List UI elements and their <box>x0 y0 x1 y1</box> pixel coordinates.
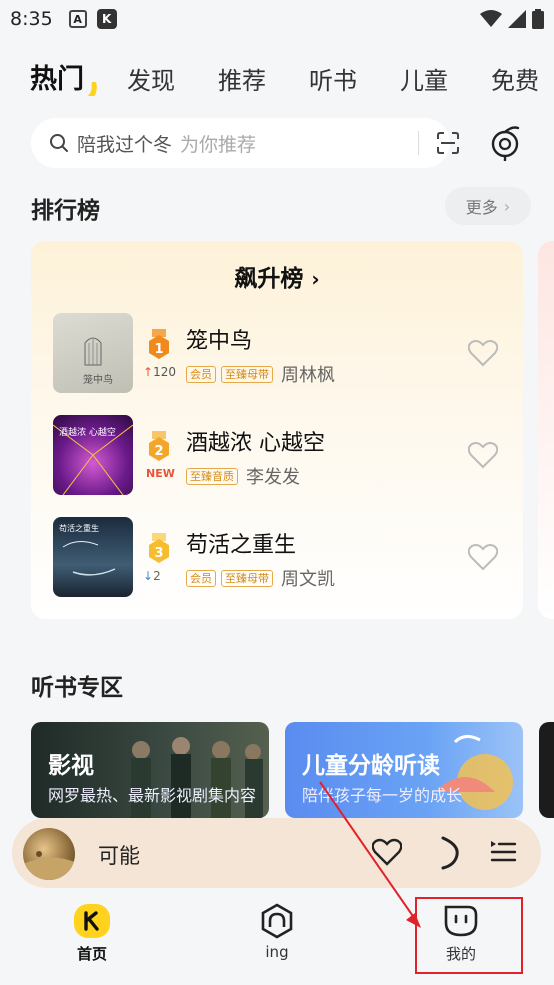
song-title: 笼中鸟 <box>186 329 253 354</box>
tab-free[interactable]: 免费 <box>491 61 539 96</box>
nav-label: ing <box>265 943 289 961</box>
vip-badge: 会员 <box>186 365 216 383</box>
tab-audiobook[interactable]: 听书 <box>309 61 357 96</box>
ranking-row[interactable]: 笼中鸟 1 ↑120 笼中鸟 会员 至臻母带 周林枫 <box>53 313 503 395</box>
audiobook-section-title: 听书专区 <box>31 675 123 701</box>
tab-kids[interactable]: 儿童 <box>400 61 448 96</box>
voice-search-icon[interactable] <box>490 124 524 162</box>
more-label: 更多 <box>465 198 498 217</box>
song-title: 酒越浓 心越空 <box>186 431 325 456</box>
rank-medal-icon: 3 <box>149 533 169 563</box>
annotation-highlight-box <box>415 897 523 974</box>
tab-recommend[interactable]: 推荐 <box>218 61 266 96</box>
search-divider <box>418 131 419 155</box>
rank-delta: ↓2 <box>143 569 161 583</box>
nav-label: 首页 <box>76 945 107 963</box>
app-icon: K <box>96 9 117 29</box>
quality-badge: 至臻母带 <box>221 365 273 383</box>
search-hint: 为你推荐 <box>180 133 257 156</box>
play-progress-icon[interactable] <box>437 835 461 871</box>
chevron-right-icon: › <box>311 267 320 291</box>
ranking-row[interactable]: 苟活之重生 3 ↓2 苟活之重生 会员 至臻母带 周文凯 <box>53 517 503 599</box>
now-playing-title: 可能 <box>98 844 140 868</box>
artist-name: 周林枫 <box>281 365 335 386</box>
audiobook-card-title: 儿童分龄听读 <box>302 753 440 779</box>
song-badges: 会员 至臻母带 周林枫 <box>186 361 335 387</box>
status-bar: 8:35 A K <box>0 0 554 38</box>
cover-text: 笼中鸟 <box>83 375 113 386</box>
album-cover: 苟活之重生 <box>53 517 133 597</box>
search-input[interactable]: 陪我过个冬 为你推荐 <box>31 118 459 168</box>
artist-name: 周文凯 <box>281 569 335 590</box>
more-button[interactable]: 更多 › <box>445 187 531 225</box>
tab-hot[interactable]: 热门 <box>30 57 97 96</box>
artist-name: 李发发 <box>246 467 300 488</box>
svg-text:2: 2 <box>154 444 163 459</box>
headphones-icon <box>261 903 293 939</box>
rank-medal-icon: 2 <box>149 431 169 461</box>
audiobook-card-subtitle: 陪伴孩子每一岁的成长 <box>302 786 463 805</box>
vip-badge: 会员 <box>186 569 216 587</box>
audiobook-card-kids[interactable]: 儿童分龄听读 陪伴孩子每一岁的成长 <box>285 722 523 818</box>
status-time: 8:35 <box>10 8 53 30</box>
battery-icon <box>532 9 544 29</box>
heart-icon[interactable] <box>468 339 498 367</box>
tab-discover[interactable]: 发现 <box>127 61 175 96</box>
quality-badge: 至臻音质 <box>186 467 238 485</box>
now-playing-cover <box>23 828 75 880</box>
chevron-right-icon: › <box>503 196 511 216</box>
svg-text:3: 3 <box>154 546 163 561</box>
ranking-section-title: 排行榜 <box>31 198 100 224</box>
audiobook-card-next[interactable] <box>539 722 554 818</box>
song-badges: 至臻音质 李发发 <box>186 463 300 489</box>
heart-icon[interactable] <box>468 441 498 469</box>
rising-chart-card[interactable]: 飙升榜 › 笼中鸟 1 ↑120 笼中鸟 会员 至臻母带 周林枫 酒越浓 心越空… <box>31 241 523 619</box>
song-badges: 会员 至臻母带 周文凯 <box>186 565 335 591</box>
svg-text:1: 1 <box>154 342 163 357</box>
search-value: 陪我过个冬 <box>77 133 173 156</box>
mini-player[interactable]: 可能 <box>12 818 541 888</box>
signal-icon <box>508 10 526 28</box>
song-title: 苟活之重生 <box>186 533 297 558</box>
chart-title[interactable]: 飙升榜 › <box>31 259 523 293</box>
category-tabs: 热门 发现 推荐 听书 儿童 免费 <box>30 52 554 96</box>
nav-ing[interactable]: ing <box>231 903 323 961</box>
heart-icon[interactable] <box>468 543 498 571</box>
album-cover: 酒越浓 心越空 <box>53 415 133 495</box>
cover-text: 酒越浓 心越空 <box>59 428 116 438</box>
ranking-row[interactable]: 酒越浓 心越空 2 NEW 酒越浓 心越空 至臻音质 李发发 <box>53 415 503 497</box>
nav-home[interactable]: 首页 <box>46 903 138 964</box>
search-icon <box>50 134 68 152</box>
home-k-icon <box>74 904 110 938</box>
next-chart-card[interactable] <box>538 241 554 619</box>
playlist-icon[interactable] <box>489 838 517 864</box>
album-cover: 笼中鸟 <box>53 313 133 393</box>
rank-delta: NEW <box>146 467 175 480</box>
audiobook-cards: 影视 网罗最热、最新影视剧集内容 儿童分龄听读 陪伴孩子每一岁的成长 <box>31 722 554 818</box>
audiobook-card-title: 影视 <box>48 753 94 779</box>
rank-delta: ↑120 <box>143 365 176 379</box>
tab-active-indicator <box>87 82 97 96</box>
wifi-icon <box>480 10 502 27</box>
heart-icon[interactable] <box>372 838 402 866</box>
cover-text: 苟活之重生 <box>59 524 99 533</box>
a-icon: A <box>68 10 87 28</box>
quality-badge: 至臻母带 <box>221 569 273 587</box>
audiobook-card-subtitle: 网罗最热、最新影视剧集内容 <box>48 786 257 805</box>
scan-icon[interactable] <box>436 132 460 154</box>
rank-medal-icon: 1 <box>149 329 169 359</box>
audiobook-card-film[interactable]: 影视 网罗最热、最新影视剧集内容 <box>31 722 269 818</box>
